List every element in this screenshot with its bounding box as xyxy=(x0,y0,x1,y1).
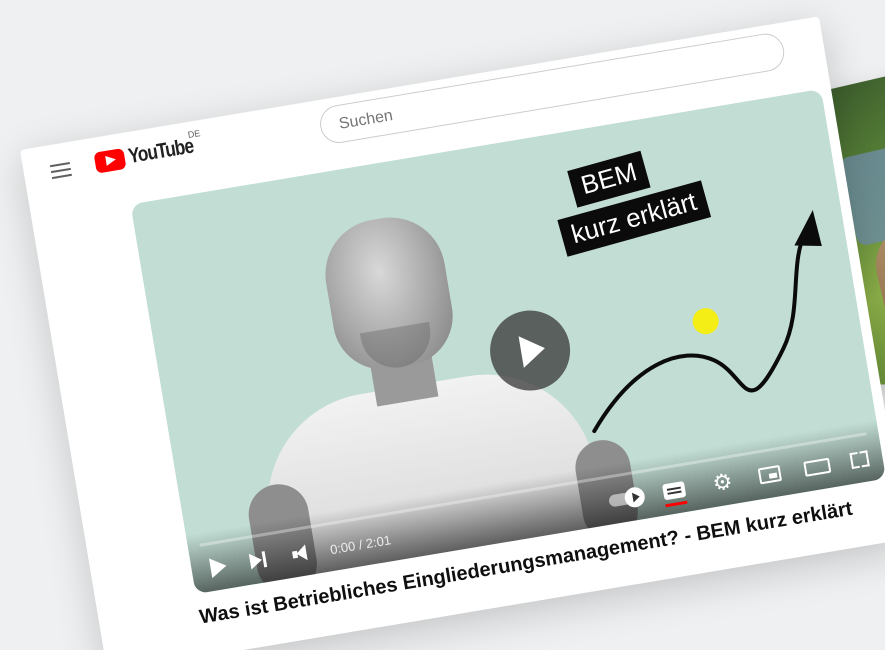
time-display: 0:00 / 2:01 xyxy=(328,532,393,558)
youtube-logo-icon xyxy=(93,147,127,174)
next-icon[interactable] xyxy=(243,545,273,575)
play-icon[interactable] xyxy=(204,552,234,582)
volume-icon[interactable] xyxy=(284,538,314,568)
miniplayer-icon[interactable] xyxy=(754,460,786,490)
gear-icon[interactable]: ⚙ xyxy=(707,467,739,497)
logo-text: YouTube xyxy=(126,134,195,169)
arrowhead xyxy=(794,209,822,246)
autoplay-toggle-icon[interactable] xyxy=(604,483,648,515)
youtube-window: YouTube DE BEM kurz erklärt xyxy=(20,16,885,650)
theater-mode-icon[interactable] xyxy=(799,451,835,482)
subtitles-icon[interactable] xyxy=(657,475,691,508)
fullscreen-icon[interactable] xyxy=(845,445,875,475)
yellow-dot xyxy=(692,308,719,335)
youtube-logo[interactable]: YouTube DE xyxy=(93,128,210,177)
hamburger-menu-icon[interactable] xyxy=(46,156,76,186)
country-code: DE xyxy=(187,128,202,141)
page: YouTube DE BEM kurz erklärt xyxy=(0,0,885,650)
